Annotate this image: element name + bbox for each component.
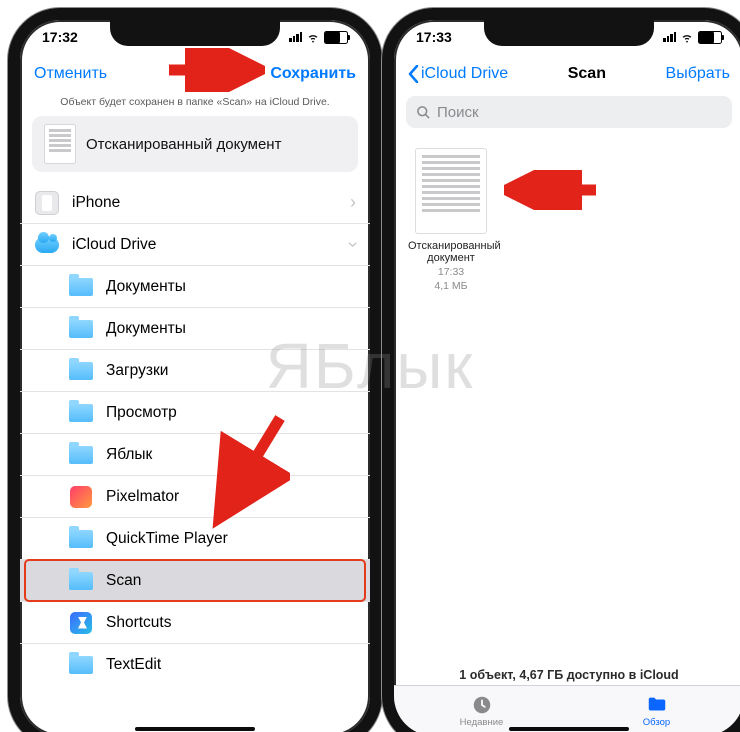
status-time: 17:32: [42, 29, 78, 45]
document-thumb-icon: [415, 148, 487, 234]
folder-shortcuts[interactable]: Shortcuts: [20, 602, 370, 644]
chevron-down-icon: ›: [343, 242, 364, 248]
folder-icon: [68, 526, 94, 552]
folder-icon: [68, 316, 94, 342]
location-icloud-drive[interactable]: iCloud Drive ›: [20, 224, 370, 266]
iphone-icon: [34, 190, 60, 216]
search-placeholder: Поиск: [437, 104, 479, 121]
folder-icon: [68, 400, 94, 426]
back-button[interactable]: iCloud Drive: [408, 65, 508, 83]
signal-icon: [663, 32, 676, 42]
signal-icon: [289, 32, 302, 42]
phone-notch: [110, 18, 280, 46]
phone-notch: [484, 18, 654, 46]
row-label: Shortcuts: [106, 614, 171, 632]
home-indicator: [509, 727, 629, 731]
files-grid: Отсканированный документ 17:33 4,1 МБ: [394, 134, 740, 306]
battery-icon: [698, 31, 722, 44]
row-label: TextEdit: [106, 656, 161, 674]
filename-box[interactable]: Отсканированный документ: [32, 116, 358, 172]
pixelmator-icon: [68, 484, 94, 510]
location-list: iPhone › iCloud Drive › Документы Докуме…: [20, 182, 370, 685]
folder-icon: [68, 358, 94, 384]
folder-downloads[interactable]: Загрузки: [20, 350, 370, 392]
status-indicators: [289, 30, 348, 44]
document-thumb-icon: [44, 124, 76, 164]
row-label: iCloud Drive: [72, 236, 156, 254]
storage-footer: 1 объект, 4,67 ГБ доступно в iCloud: [394, 668, 740, 682]
page-title: Scan: [568, 65, 606, 83]
tab-label: Обзор: [643, 717, 670, 728]
chevron-left-icon: [408, 65, 419, 83]
home-indicator: [135, 727, 255, 731]
nav-bar: iCloud Drive Scan Выбрать: [394, 54, 740, 94]
folder-scan[interactable]: Scan: [20, 560, 370, 602]
back-label: iCloud Drive: [421, 65, 508, 83]
cancel-button[interactable]: Отменить: [34, 65, 107, 83]
annotation-arrow: [504, 170, 604, 210]
select-button[interactable]: Выбрать: [666, 65, 730, 83]
folder-icon: [68, 274, 94, 300]
search-input[interactable]: Поиск: [406, 96, 732, 128]
save-button[interactable]: Сохранить: [270, 65, 356, 83]
folder-icon: [68, 652, 94, 678]
location-iphone[interactable]: iPhone ›: [20, 182, 370, 224]
file-name: Отсканированный документ: [408, 240, 494, 264]
save-path-info: Объект будет сохранен в папке «Scan» на …: [20, 94, 370, 116]
row-label: Pixelmator: [106, 488, 179, 506]
tab-label: Недавние: [460, 717, 504, 728]
battery-icon: [324, 31, 348, 44]
annotation-arrow: [165, 48, 265, 92]
row-label: iPhone: [72, 194, 120, 212]
tab-recent[interactable]: Недавние: [394, 686, 569, 732]
folder-textedit[interactable]: TextEdit: [20, 644, 370, 685]
folder-documents-1[interactable]: Документы: [20, 266, 370, 308]
annotation-arrow: [210, 410, 290, 530]
folder-pixelmator[interactable]: Pixelmator: [20, 476, 370, 518]
row-label: QuickTime Player: [106, 530, 228, 548]
folder-documents-2[interactable]: Документы: [20, 308, 370, 350]
chevron-right-icon: ›: [350, 192, 356, 213]
folder-icon: [646, 694, 668, 716]
status-indicators: [663, 30, 722, 44]
folder-yablyk[interactable]: Яблык: [20, 434, 370, 476]
row-label: Загрузки: [106, 362, 168, 380]
row-label: Яблык: [106, 446, 152, 464]
icloud-icon: [34, 232, 60, 258]
file-size: 4,1 МБ: [408, 280, 494, 292]
status-time: 17:33: [416, 29, 452, 45]
folder-quicktime[interactable]: QuickTime Player: [20, 518, 370, 560]
row-label: Просмотр: [106, 404, 177, 422]
file-time: 17:33: [408, 266, 494, 278]
clock-icon: [471, 694, 493, 716]
filename-text: Отсканированный документ: [86, 136, 281, 153]
row-label: Scan: [106, 572, 141, 590]
shortcuts-icon: [68, 610, 94, 636]
folder-preview[interactable]: Просмотр: [20, 392, 370, 434]
phone-frame-right: 17:33 iCloud Drive Scan Выбрать Поиск От…: [382, 8, 740, 732]
folder-icon: [68, 442, 94, 468]
row-label: Документы: [106, 320, 186, 338]
phone-frame-left: 17:32 Отменить Сохранить Объект будет со…: [8, 8, 382, 732]
tab-browse[interactable]: Обзор: [569, 686, 740, 732]
tab-bar: Недавние Обзор: [394, 685, 740, 732]
wifi-icon: [306, 30, 320, 44]
row-label: Документы: [106, 278, 186, 296]
wifi-icon: [680, 30, 694, 44]
file-item[interactable]: Отсканированный документ 17:33 4,1 МБ: [408, 148, 494, 292]
search-icon: [416, 105, 431, 120]
folder-icon: [68, 568, 94, 594]
